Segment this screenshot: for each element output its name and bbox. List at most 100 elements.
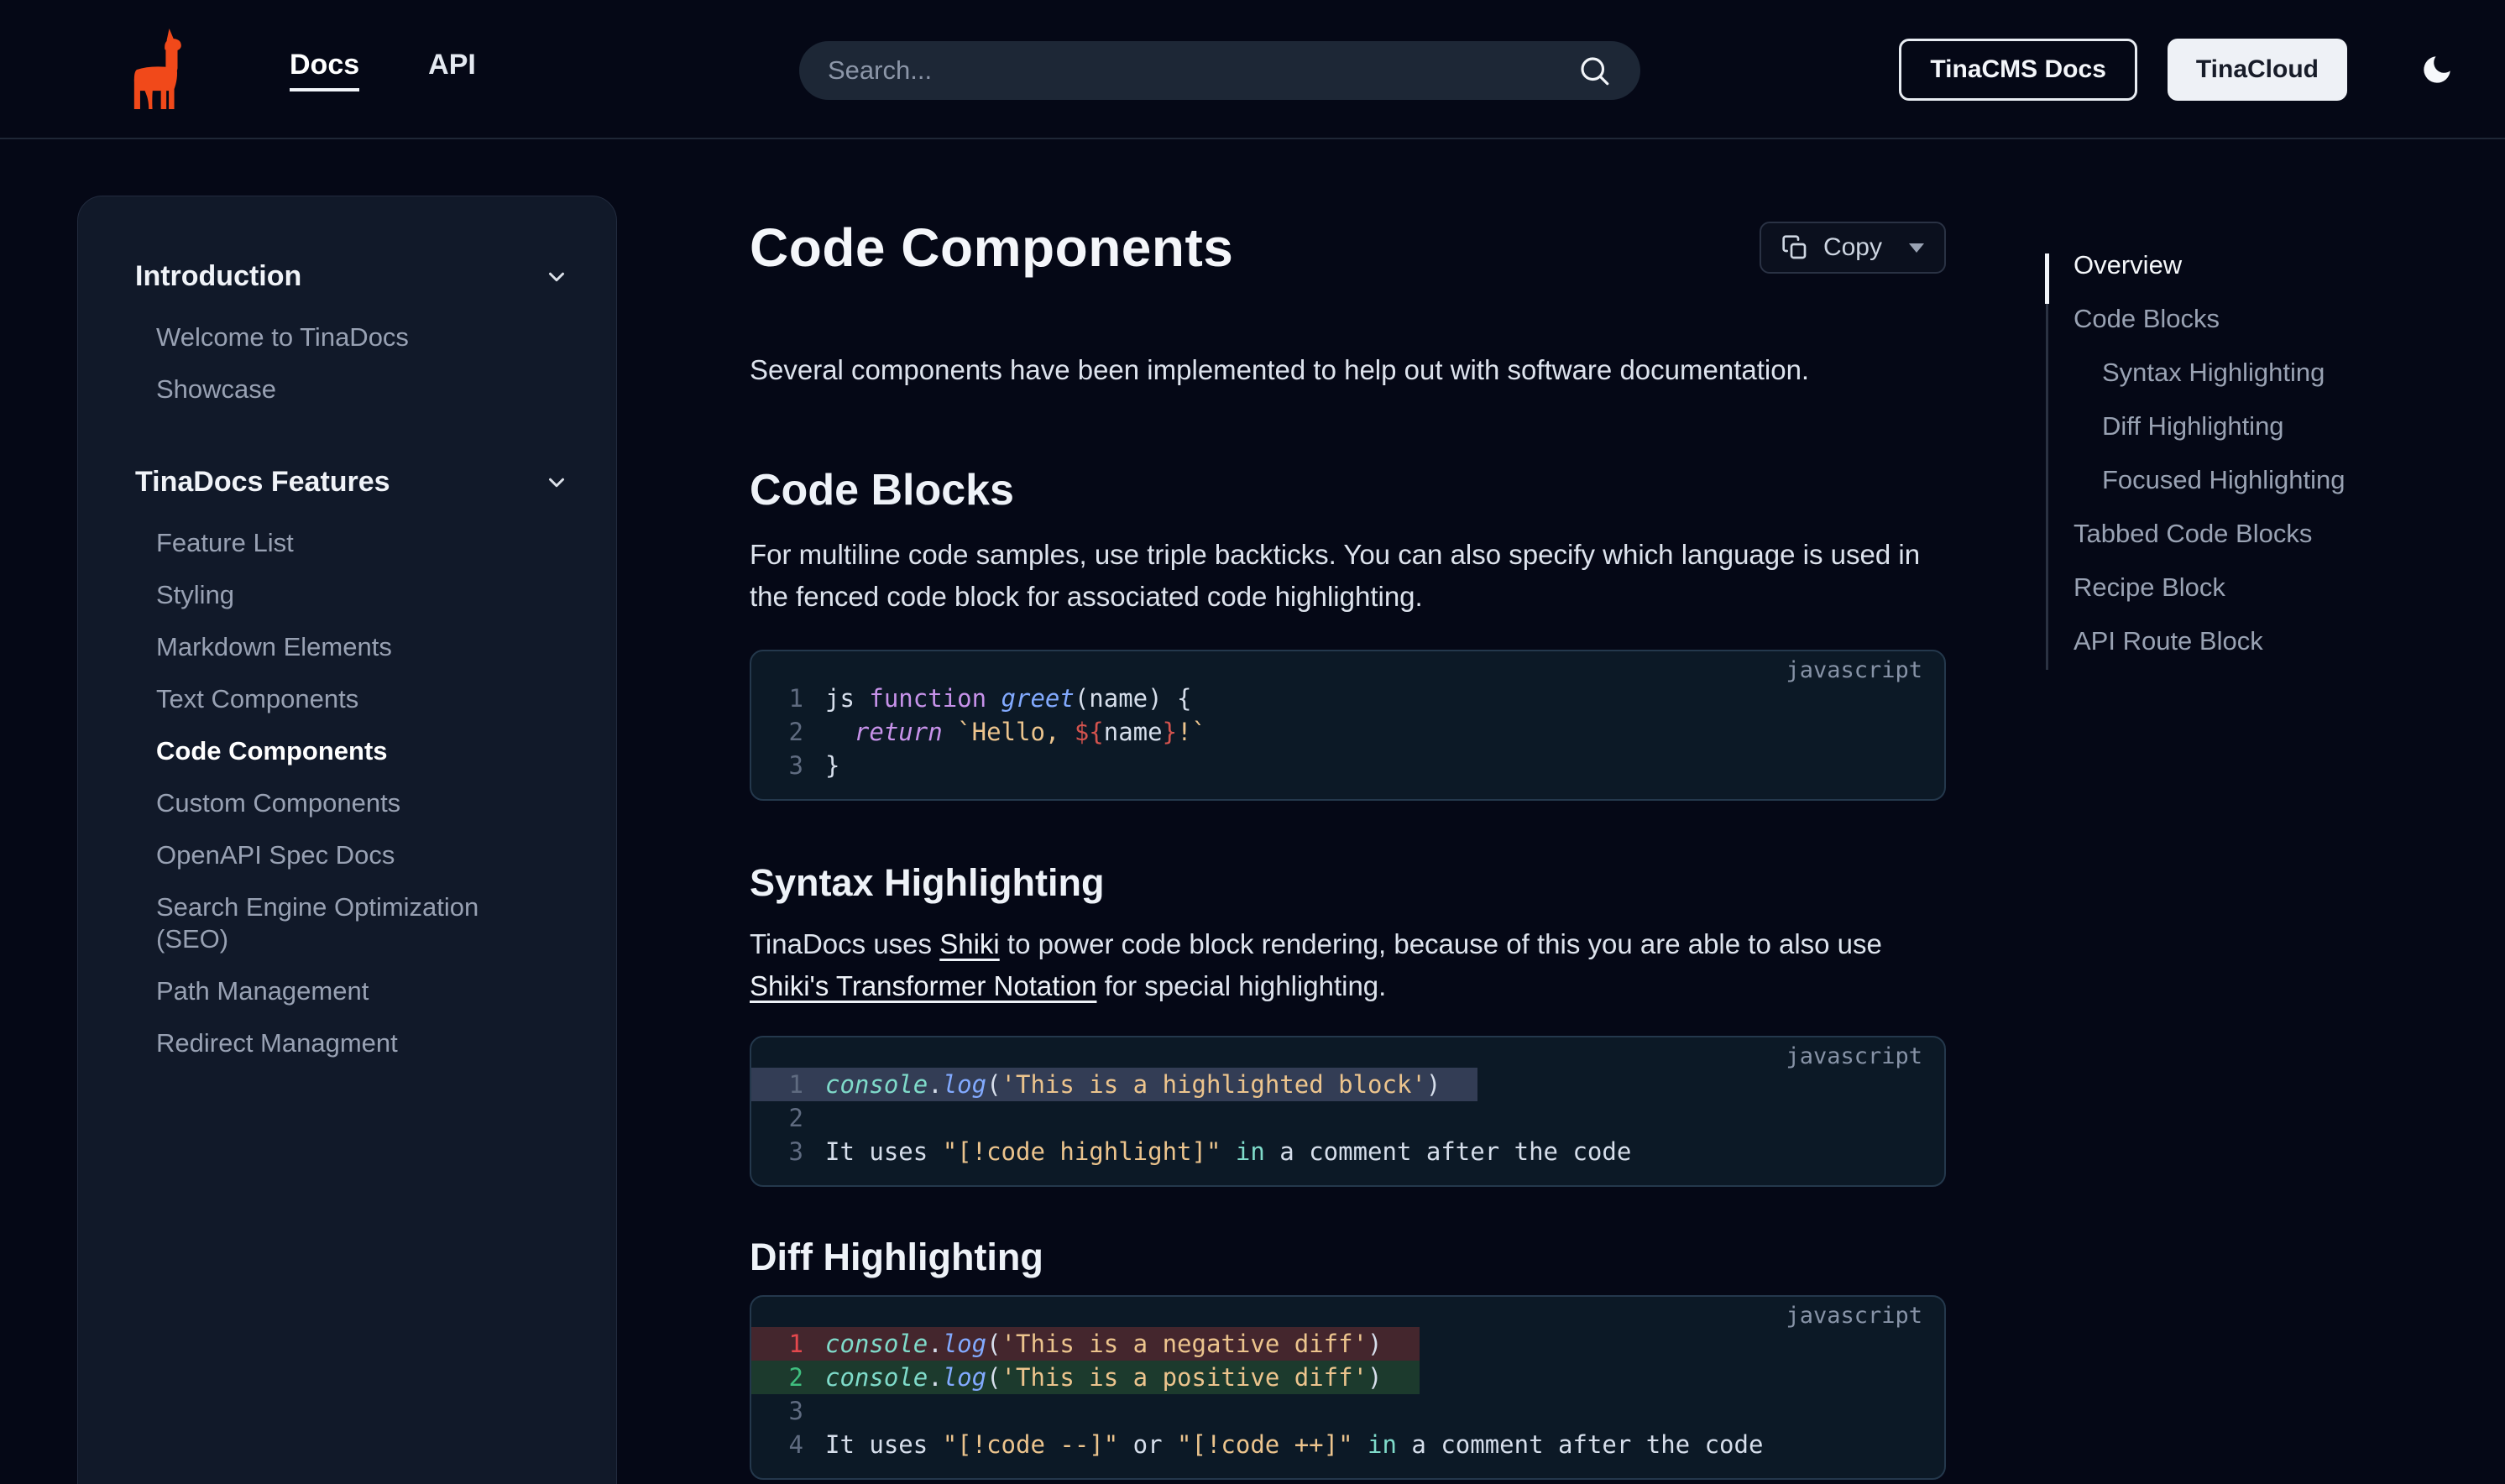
copy-icon <box>1781 234 1808 261</box>
code-token <box>1221 1137 1235 1166</box>
line-number: 3 <box>751 1394 803 1428</box>
inline-link[interactable]: Shiki <box>939 928 1000 959</box>
sidebar-item-code-components[interactable]: Code Components <box>135 735 555 767</box>
code-token: ( <box>986 1070 1001 1099</box>
code-line-1: 1 js function greet(name) { <box>751 682 1944 715</box>
sidebar-item-openapi-spec-docs[interactable]: OpenAPI Spec Docs <box>135 839 555 871</box>
sidebar-group-header[interactable]: Introduction <box>135 260 569 293</box>
code-token: It uses <box>825 1137 943 1166</box>
code-token <box>825 718 855 746</box>
code-token: (name) { <box>1075 684 1192 713</box>
sidebar-group-heading: TinaDocs Features <box>135 466 390 499</box>
tinacloud-button[interactable]: TinaCloud <box>2168 39 2347 101</box>
main-content: Code Components Copy Several components … <box>750 0 1946 1480</box>
code-token: console <box>825 1330 928 1358</box>
code-token: function <box>869 684 1001 713</box>
chevron-down-icon[interactable] <box>544 470 569 495</box>
code-line-2: 2 return `Hello, ${name}!` <box>751 715 1944 749</box>
nav-link-api[interactable]: API <box>428 49 476 91</box>
docs-sidebar: Introduction Welcome to TinaDocs Showcase T… <box>77 196 617 1484</box>
sidebar-group-header[interactable]: TinaDocs Features <box>135 466 569 499</box>
toc-rail <box>2046 257 2048 670</box>
code-token: in <box>1368 1430 1397 1459</box>
line-number: 2 <box>751 1101 803 1135</box>
code-token: or <box>1118 1430 1177 1459</box>
toc-item-api-route-block[interactable]: API Route Block <box>2074 628 2449 654</box>
code-token: 'This is a highlighted block' <box>1001 1070 1426 1099</box>
code-token: log <box>943 1363 986 1392</box>
code-token: a comment after the code <box>1265 1137 1632 1166</box>
sidebar-group-0: Introduction Welcome to TinaDocs Showcase <box>135 260 569 405</box>
toc-item-overview[interactable]: Overview <box>2074 252 2449 278</box>
toc-item-tabbed-code-blocks[interactable]: Tabbed Code Blocks <box>2074 520 2449 546</box>
code-language-label: javascript <box>751 1297 1944 1327</box>
page-title: Code Components <box>750 217 1233 279</box>
toc-item-recipe-block[interactable]: Recipe Block <box>2074 574 2449 600</box>
intro-paragraph: Several components have been implemented… <box>750 349 1946 391</box>
toc-item-diff-highlighting[interactable]: Diff Highlighting <box>2074 413 2449 439</box>
chevron-down-icon[interactable] <box>544 264 569 290</box>
code-line-1-del: 1console.log('This is a negative diff') <box>751 1327 1420 1361</box>
copy-button[interactable]: Copy <box>1760 222 1946 274</box>
line-number: 1 <box>751 682 803 715</box>
code-token: It uses <box>825 1430 943 1459</box>
sidebar-group-1: TinaDocs Features Feature List Styling Mark… <box>135 466 569 1059</box>
sidebar-item-styling[interactable]: Styling <box>135 579 555 611</box>
code-token: } <box>1163 718 1177 746</box>
table-of-contents: Overview Code Blocks Syntax Highlighting Di… <box>2046 252 2449 682</box>
text-span: to power code block rendering, because o… <box>1000 928 1882 959</box>
toc-item-syntax-highlighting[interactable]: Syntax Highlighting <box>2074 359 2449 385</box>
code-line-1-hl: 1console.log('This is a highlighted bloc… <box>751 1068 1477 1101</box>
code-language-label: javascript <box>751 651 1944 682</box>
line-number: 2 <box>751 715 803 749</box>
code-token: console <box>825 1363 928 1392</box>
text-span: for special highlighting. <box>1096 970 1386 1001</box>
sidebar-item-markdown-elements[interactable]: Markdown Elements <box>135 631 555 663</box>
code-token: . <box>928 1330 942 1358</box>
sidebar-item-feature-list[interactable]: Feature List <box>135 527 555 559</box>
code-token: return <box>855 718 943 746</box>
sidebar-item-showcase[interactable]: Showcase <box>135 374 555 405</box>
sidebar-items: Feature List Styling Markdown Elements Text… <box>135 527 569 1059</box>
code-token: } <box>825 751 839 780</box>
dark-mode-toggle[interactable] <box>2419 52 2455 87</box>
code-line-3: 3 <box>751 1394 1944 1428</box>
code-blocks-paragraph: For multiline code samples, use triple b… <box>750 534 1946 618</box>
code-line-3: 3} <box>751 749 1944 782</box>
line-number: 3 <box>751 1135 803 1168</box>
copy-dropdown-caret-icon[interactable] <box>1909 243 1924 253</box>
code-token <box>943 718 957 746</box>
sidebar-item-welcome-to-tinadocs[interactable]: Welcome to TinaDocs <box>135 321 555 353</box>
sidebar-item-path-management[interactable]: Path Management <box>135 975 555 1007</box>
line-number: 3 <box>751 749 803 782</box>
nav-link-docs[interactable]: Docs <box>290 49 359 91</box>
code-block-highlight: javascript1console.log('This is a highli… <box>750 1036 1946 1187</box>
inline-link[interactable]: Shiki's Transformer Notation <box>750 970 1096 1001</box>
code-token: greet <box>1001 684 1075 713</box>
sidebar-item-custom-components[interactable]: Custom Components <box>135 787 555 819</box>
code-token: `Hello, <box>957 718 1075 746</box>
code-token: 'This is a negative diff' <box>1001 1330 1368 1358</box>
code-line-3: 3It uses "[!code highlight]" in a commen… <box>751 1135 1944 1168</box>
code-token: name <box>1104 718 1163 746</box>
toc-item-code-blocks[interactable]: Code Blocks <box>2074 306 2449 332</box>
code-block-basic: javascript1js function greet(name) {2 re… <box>750 650 1946 801</box>
primary-nav: Docs API <box>290 0 476 139</box>
tina-llama-logo-icon[interactable] <box>133 29 182 109</box>
sidebar-item-search-engine-optimization-seo[interactable]: Search Engine Optimization (SEO) <box>135 891 555 955</box>
heading-diff-highlighting: Diff Highlighting <box>750 1236 1946 1279</box>
code-token: ) <box>1368 1330 1382 1358</box>
code-language-label: javascript <box>751 1037 1944 1068</box>
code-token <box>1353 1430 1368 1459</box>
code-token: log <box>943 1330 986 1358</box>
sidebar-item-text-components[interactable]: Text Components <box>135 683 555 715</box>
heading-syntax-highlighting: Syntax Highlighting <box>750 861 1946 905</box>
code-token: js <box>825 684 869 713</box>
code-token: ( <box>986 1330 1001 1358</box>
heading-code-blocks: Code Blocks <box>750 465 1946 515</box>
code-token: !` <box>1177 718 1206 746</box>
code-content: 1console.log('This is a negative diff')2… <box>751 1327 1944 1478</box>
toc-item-focused-highlighting[interactable]: Focused Highlighting <box>2074 467 2449 493</box>
sidebar-item-redirect-managment[interactable]: Redirect Managment <box>135 1027 555 1059</box>
line-number: 4 <box>751 1428 803 1461</box>
